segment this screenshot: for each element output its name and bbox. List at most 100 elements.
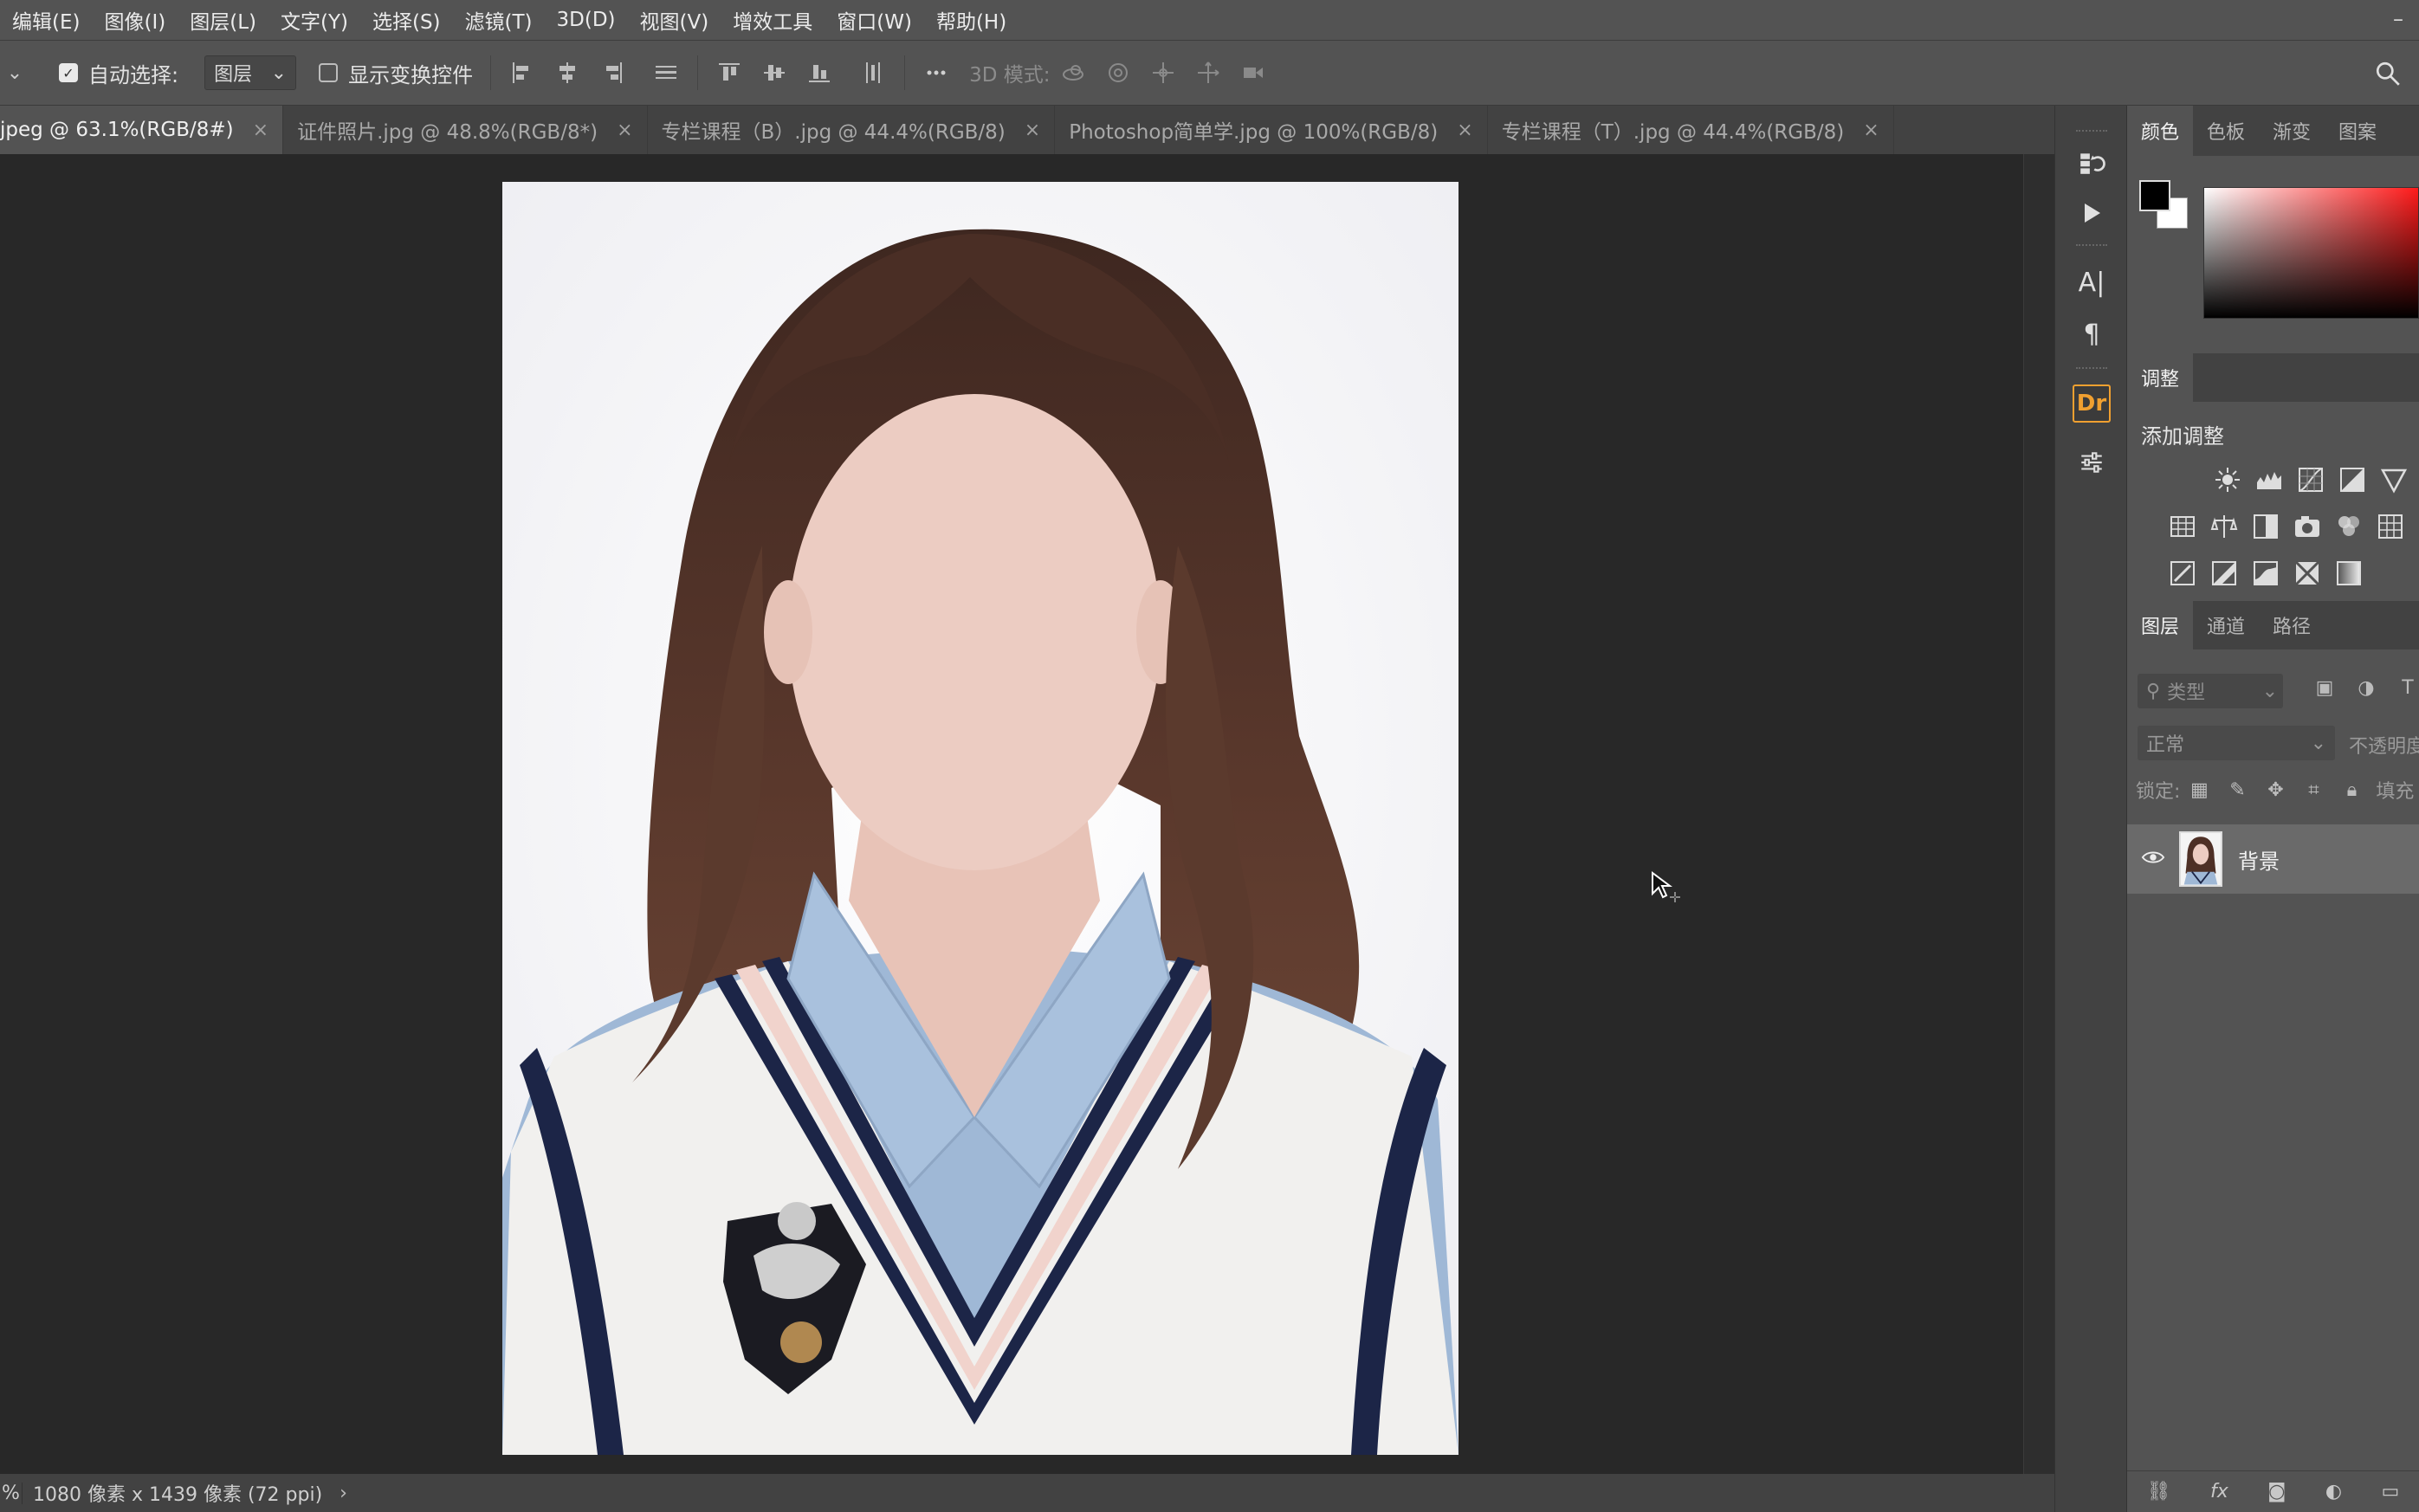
portrait-photo[interactable]	[502, 182, 1459, 1455]
menu-help[interactable]: 帮助(H)	[936, 5, 1006, 35]
menu-image[interactable]: 图像(I)	[104, 5, 165, 35]
close-icon[interactable]: ×	[617, 120, 632, 141]
align-bottom-edges-icon[interactable]	[797, 51, 842, 94]
close-icon[interactable]: ×	[1025, 120, 1040, 141]
align-right-edges-icon[interactable]	[590, 51, 635, 94]
hue-saturation-icon[interactable]	[2162, 506, 2203, 547]
3d-roll-icon[interactable]	[1096, 51, 1141, 94]
dock-grip[interactable]	[2076, 367, 2107, 371]
divider	[904, 55, 906, 90]
adjustment-filter-icon[interactable]: ◑	[2345, 677, 2387, 699]
new-adjustment-layer-icon[interactable]: ◐	[2325, 1481, 2342, 1502]
tab-paths[interactable]: 路径	[2259, 601, 2325, 649]
menu-view[interactable]: 视图(V)	[640, 5, 709, 35]
zoom-readout[interactable]: %	[0, 1482, 23, 1504]
tool-preset-chevron-icon[interactable]: ⌄	[0, 62, 29, 84]
menu-plugins[interactable]: 增效工具	[733, 5, 812, 35]
close-icon[interactable]: ×	[253, 120, 268, 141]
lock-artboard-icon[interactable]: ⌗	[2294, 779, 2332, 801]
lock-image-icon[interactable]: ✎	[2218, 779, 2256, 801]
search-icon[interactable]	[2369, 55, 2407, 93]
distribute-vertical-icon[interactable]	[644, 51, 689, 94]
menu-layer[interactable]: 图层(L)	[190, 5, 256, 35]
link-layers-icon[interactable]: ⛓	[2147, 1481, 2171, 1502]
3d-camera-icon[interactable]	[1231, 51, 1276, 94]
layer-name[interactable]: 背景	[2238, 844, 2280, 875]
menu-edit[interactable]: 编辑(E)	[12, 5, 80, 35]
black-white-icon[interactable]	[2245, 506, 2286, 547]
channel-mixer-icon[interactable]	[2328, 506, 2370, 547]
close-icon[interactable]: ×	[1457, 120, 1472, 141]
character-panel-icon[interactable]: A|	[2073, 263, 2111, 301]
menu-filter[interactable]: 滤镜(T)	[465, 5, 533, 35]
tab-layers[interactable]: 图层	[2127, 601, 2194, 649]
color-lookup-icon[interactable]	[2370, 506, 2411, 547]
color-picker-field[interactable]	[2203, 187, 2419, 319]
menu-window[interactable]: 窗口(W)	[837, 5, 912, 35]
lock-all-icon[interactable]: 🔒︎	[2332, 779, 2370, 801]
tab-adjustments[interactable]: 调整	[2127, 353, 2194, 402]
window-minimize-button[interactable]: –	[2393, 7, 2403, 31]
distribute-horizontal-icon[interactable]	[851, 51, 896, 94]
brightness-icon[interactable]	[2207, 459, 2248, 501]
doc-tab-id-photo[interactable]: 证件照片.jpg @ 48.8%(RGB/8*) ×	[283, 106, 648, 154]
layer-filter-dropdown[interactable]: ⚲ 类型 ⌄	[2138, 674, 2283, 708]
align-vertical-centers-icon[interactable]	[752, 51, 797, 94]
menu-type[interactable]: 文字(Y)	[281, 5, 348, 35]
3d-slide-icon[interactable]	[1186, 51, 1231, 94]
curves-icon[interactable]	[2290, 459, 2332, 501]
exposure-icon[interactable]	[2332, 459, 2373, 501]
doc-tab-photoshop-simple[interactable]: Photoshop简单学.jpg @ 100%(RGB/8) ×	[1055, 106, 1488, 154]
type-filter-icon[interactable]: T	[2387, 677, 2419, 699]
gradient-map-icon[interactable]	[2328, 552, 2370, 594]
doc-tab-course-t[interactable]: 专栏课程（T）.jpg @ 44.4%(RGB/8) ×	[1488, 106, 1894, 154]
posterize-icon[interactable]	[2203, 552, 2245, 594]
new-group-icon[interactable]: ▭	[2381, 1481, 2399, 1502]
align-left-edges-icon[interactable]	[500, 51, 545, 94]
3d-pan-icon[interactable]	[1141, 51, 1186, 94]
status-menu-arrow[interactable]: ›	[340, 1483, 347, 1504]
blend-mode-dropdown[interactable]: 正常 ⌄	[2138, 726, 2335, 760]
tab-patterns[interactable]: 图案	[2325, 106, 2390, 156]
menu-select[interactable]: 选择(S)	[372, 5, 441, 35]
actions-play-icon[interactable]	[2073, 194, 2111, 232]
tab-color[interactable]: 颜色	[2127, 106, 2194, 156]
bridge-dr-icon[interactable]: Dr	[2073, 384, 2111, 423]
auto-select-target-dropdown[interactable]: 图层 ⌄	[204, 55, 297, 90]
vibrance-icon[interactable]	[2373, 459, 2415, 501]
threshold-icon[interactable]	[2245, 552, 2286, 594]
layer-row-background[interactable]: 背景	[2127, 824, 2419, 894]
3d-orbit-icon[interactable]	[1051, 51, 1096, 94]
foreground-color-swatch[interactable]	[2139, 180, 2170, 211]
more-options-icon[interactable]	[914, 51, 959, 94]
levels-icon[interactable]	[2248, 459, 2290, 501]
menu-3d[interactable]: 3D(D)	[557, 9, 616, 31]
layer-style-fx-icon[interactable]: fx	[2210, 1481, 2228, 1502]
tab-swatches[interactable]: 色板	[2193, 106, 2259, 156]
visibility-eye-icon[interactable]	[2127, 847, 2179, 871]
properties-sliders-icon[interactable]	[2073, 443, 2111, 481]
add-mask-icon[interactable]: ◙	[2267, 1481, 2286, 1502]
lock-transparent-icon[interactable]: ▦	[2180, 779, 2218, 801]
align-horizontal-centers-icon[interactable]	[545, 51, 590, 94]
history-icon[interactable]	[2073, 144, 2111, 182]
image-filter-icon[interactable]: ▣	[2304, 677, 2345, 699]
close-icon[interactable]: ×	[1863, 120, 1879, 141]
dock-grip[interactable]	[2076, 130, 2107, 133]
color-balance-icon[interactable]	[2203, 506, 2245, 547]
doc-tab-active[interactable]: jpeg @ 63.1%(RGB/8#) ×	[0, 106, 284, 154]
document-canvas[interactable]	[0, 154, 2023, 1474]
show-transform-checkbox[interactable]	[319, 63, 339, 82]
auto-select-checkbox[interactable]: ✓	[59, 63, 78, 82]
paragraph-panel-icon[interactable]: ¶	[2073, 315, 2111, 353]
tab-gradients[interactable]: 渐变	[2259, 106, 2325, 156]
dock-grip[interactable]	[2076, 244, 2107, 248]
align-top-edges-icon[interactable]	[707, 51, 752, 94]
selective-color-icon[interactable]	[2286, 552, 2328, 594]
tab-channels[interactable]: 通道	[2193, 601, 2259, 649]
lock-position-icon[interactable]: ✥	[2256, 779, 2294, 801]
photo-filter-icon[interactable]	[2286, 506, 2328, 547]
canvas-vertical-scrollbar[interactable]	[2023, 154, 2054, 1474]
invert-icon[interactable]	[2162, 552, 2203, 594]
doc-tab-course-b[interactable]: 专栏课程（B）.jpg @ 44.4%(RGB/8) ×	[648, 106, 1056, 154]
